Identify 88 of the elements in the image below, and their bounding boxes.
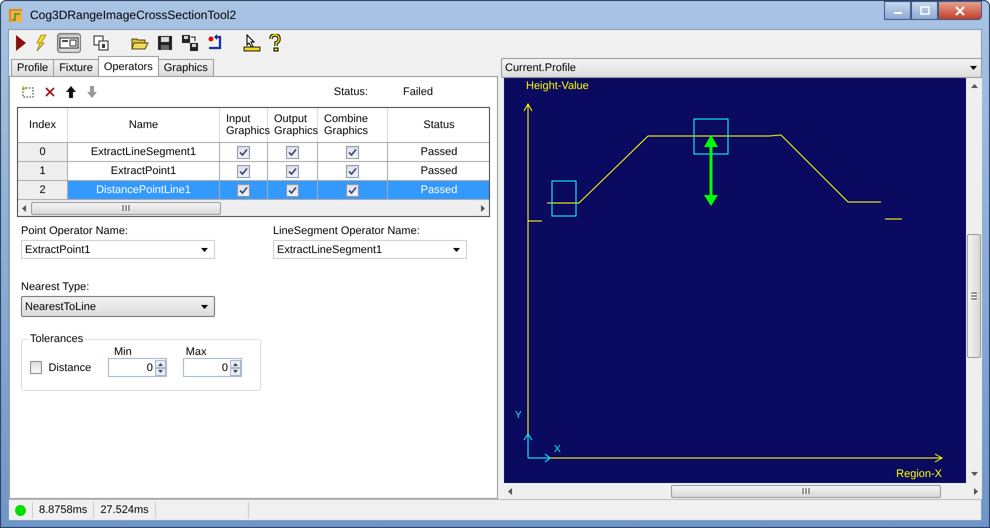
field-label: Point Operator Name: xyxy=(21,225,129,237)
x-marker-label: X xyxy=(554,444,561,455)
table-cell[interactable]: Passed xyxy=(388,143,489,161)
region-box xyxy=(552,180,576,216)
maximize-button[interactable] xyxy=(911,1,938,20)
spin-arrows-icon[interactable] xyxy=(230,360,241,376)
status-value: Failed xyxy=(403,86,434,98)
tab[interactable]: Fixture xyxy=(53,59,99,76)
caret-icon xyxy=(201,304,208,308)
checkbox-label: Distance xyxy=(48,362,92,374)
column-header[interactable]: Combine Graphics xyxy=(318,108,388,142)
horizontal-scrollbar[interactable] xyxy=(18,200,489,216)
checkbox[interactable] xyxy=(346,146,359,158)
timing-text: 8.8758ms xyxy=(39,504,88,516)
number-spinner[interactable]: 0 xyxy=(182,358,242,377)
scroll-up-icon[interactable] xyxy=(970,84,978,89)
delete-icon[interactable] xyxy=(44,86,56,98)
x-axis-label: Region-X xyxy=(896,468,942,480)
checkbox[interactable] xyxy=(237,164,250,178)
checkbox[interactable] xyxy=(237,146,250,158)
status-label: Status: xyxy=(334,86,368,98)
nearest-type-dropdown[interactable]: NearestToLine xyxy=(21,296,215,317)
row-index-cell: 2 xyxy=(18,181,68,199)
region-box xyxy=(694,118,728,154)
save-icon[interactable] xyxy=(157,35,173,51)
scroll-right-icon[interactable] xyxy=(480,204,485,212)
close-icon xyxy=(955,6,965,16)
max-label: Max xyxy=(186,346,207,358)
caret-icon xyxy=(970,66,977,70)
checkbox[interactable] xyxy=(346,164,359,178)
table-cell[interactable]: ExtractPoint1 xyxy=(68,162,220,180)
field-label: Nearest Type: xyxy=(21,281,90,293)
tick-mark xyxy=(528,220,542,222)
tab[interactable]: Operators xyxy=(98,56,159,76)
checkbox[interactable] xyxy=(30,361,42,374)
tab[interactable]: Profile xyxy=(11,59,54,76)
row-index-cell: 0 xyxy=(18,143,68,161)
column-header[interactable]: Index xyxy=(18,108,68,142)
column-header[interactable]: Output Graphics xyxy=(268,108,318,142)
checkbox[interactable] xyxy=(286,146,299,158)
close-button[interactable] xyxy=(938,1,982,20)
lightning-icon[interactable] xyxy=(35,34,49,52)
vertical-scrollbar[interactable] xyxy=(966,78,982,483)
checkbox[interactable] xyxy=(286,164,299,178)
grip-icon xyxy=(122,205,130,211)
scroll-right-icon[interactable] xyxy=(973,488,978,494)
tab[interactable]: Graphics xyxy=(158,59,214,76)
column-header[interactable]: Status xyxy=(388,108,489,142)
pointer-ruler-icon[interactable] xyxy=(243,34,261,52)
y-axis-label: Height-Value xyxy=(526,80,589,92)
table-cell[interactable]: ExtractLineSegment1 xyxy=(68,143,220,161)
run-icon[interactable] xyxy=(15,34,27,52)
save-copy-icon[interactable] xyxy=(181,34,199,52)
grip-icon xyxy=(802,488,810,494)
help-icon[interactable] xyxy=(269,34,281,52)
minimize-button[interactable] xyxy=(884,1,911,20)
y-marker-label: Y xyxy=(515,410,522,421)
origin-axes-drawing xyxy=(524,433,551,462)
window-title: Cog3DRangeImageCrossSectionTool2 xyxy=(30,8,236,22)
scroll-left-icon[interactable] xyxy=(508,488,513,494)
maximize-icon xyxy=(920,6,930,15)
checkbox[interactable] xyxy=(286,184,299,196)
scroll-down-icon[interactable] xyxy=(970,472,978,477)
table-cell[interactable]: Passed xyxy=(388,162,489,180)
app-icon xyxy=(8,7,24,23)
spin-arrows-icon[interactable] xyxy=(154,360,166,376)
group-title: Tolerances xyxy=(28,333,86,345)
column-header[interactable]: Input Graphics xyxy=(220,108,268,142)
distance-arrow xyxy=(704,135,718,206)
field-label: LineSegment Operator Name: xyxy=(273,225,421,237)
timing-text: 27.524ms xyxy=(100,504,149,516)
profile-selector-dropdown[interactable]: Current.Profile xyxy=(501,58,982,78)
move-up-icon[interactable] xyxy=(65,85,77,99)
min-label: Min xyxy=(114,346,132,358)
grip-icon xyxy=(971,292,977,300)
scroll-left-icon[interactable] xyxy=(22,204,27,212)
move-down-icon[interactable] xyxy=(86,85,98,99)
caret-icon xyxy=(201,248,208,252)
number-spinner[interactable]: 0 xyxy=(108,358,167,377)
checkbox[interactable] xyxy=(346,184,359,196)
caret-icon xyxy=(453,248,460,252)
column-header[interactable]: Name xyxy=(68,108,220,142)
view-toggle-button[interactable] xyxy=(57,33,81,53)
checkbox[interactable] xyxy=(237,184,250,196)
line-segment-operator-dropdown[interactable]: ExtractLineSegment1 xyxy=(273,240,467,259)
point-operator-dropdown[interactable]: ExtractPoint1 xyxy=(21,240,215,259)
row-index-cell: 1 xyxy=(18,162,68,180)
new-item-icon[interactable] xyxy=(21,85,35,99)
